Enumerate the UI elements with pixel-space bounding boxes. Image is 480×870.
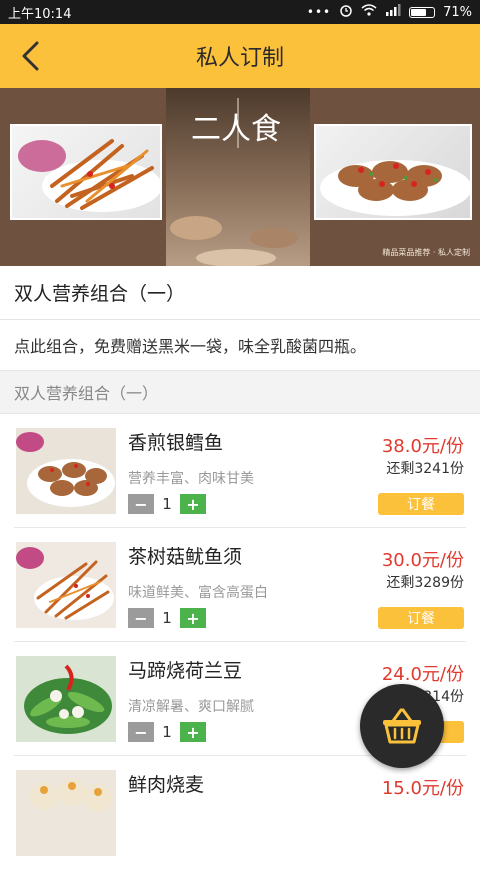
basket-icon <box>383 708 421 744</box>
combo-title: 双人营养组合（一） <box>0 266 480 320</box>
dish-subtitle: 味道鲜美、富含高蛋白 <box>128 585 268 601</box>
status-time: 上午10:14 <box>8 6 72 22</box>
dish-image <box>16 770 116 856</box>
dish-stock: 还剩3241份 <box>386 461 464 477</box>
signal-icon <box>385 4 401 20</box>
list-item: 茶树菇鱿鱼须 味道鲜美、富含高蛋白 − 1 + 30.0元/份 还剩3289份 … <box>0 528 480 642</box>
banner-image-fish <box>314 124 472 220</box>
banner-vertical-text: 二人食 <box>191 112 281 147</box>
banner-caption: 精品菜品推荐 · 私人定制 <box>382 248 470 257</box>
quantity-stepper: − 1 + <box>128 494 206 514</box>
status-bar: 上午10:14 ••• 71% <box>0 0 480 24</box>
order-button[interactable]: 订餐 <box>378 607 464 629</box>
quantity-stepper: − 1 + <box>128 722 206 742</box>
dish-image <box>16 428 116 514</box>
dish-price: 15.0元/份 <box>381 778 464 799</box>
battery-icon <box>409 6 436 18</box>
increase-button[interactable]: + <box>180 608 206 628</box>
increase-button[interactable]: + <box>180 494 206 514</box>
decrease-button[interactable]: − <box>128 494 154 514</box>
dish-stock: 还剩3289份 <box>386 575 464 591</box>
combo-list-header: 双人营养组合（一） <box>0 370 480 414</box>
back-button[interactable] <box>12 38 48 74</box>
increase-button[interactable]: + <box>180 722 206 742</box>
list-item: 鲜肉烧麦 15.0元/份 <box>0 756 480 870</box>
dish-price: 38.0元/份 <box>381 436 464 457</box>
back-arrow-icon <box>22 41 39 71</box>
title-bar: 私人订制 <box>0 24 480 88</box>
dish-name: 茶树菇鱿鱼须 <box>128 546 243 568</box>
decrease-button[interactable]: − <box>128 722 154 742</box>
dish-subtitle: 清凉解暑、爽口解腻 <box>128 699 254 715</box>
battery-percent: 71% <box>443 4 472 20</box>
quantity-value: 1 <box>162 609 172 627</box>
dish-image <box>16 542 116 628</box>
alarm-icon <box>339 3 353 21</box>
quantity-value: 1 <box>162 495 172 513</box>
more-dots-icon: ••• <box>306 5 332 19</box>
dish-name: 鲜肉烧麦 <box>128 774 205 796</box>
combo-description[interactable]: 点此组合，免费赠送黑米一袋，味全乳酸菌四瓶。 <box>0 320 480 370</box>
cart-button[interactable] <box>360 684 444 768</box>
dish-price: 30.0元/份 <box>381 550 464 571</box>
list-item: 香煎银鳕鱼 营养丰富、肉味甘美 − 1 + 38.0元/份 还剩3241份 订餐 <box>0 414 480 528</box>
dish-price: 24.0元/份 <box>381 664 464 685</box>
decrease-button[interactable]: − <box>128 608 154 628</box>
page-title: 私人订制 <box>195 46 284 71</box>
wifi-icon <box>361 4 377 20</box>
status-icons: ••• 71% <box>307 3 472 21</box>
quantity-value: 1 <box>162 723 172 741</box>
order-button[interactable]: 订餐 <box>378 493 464 515</box>
quantity-stepper: − 1 + <box>128 608 206 628</box>
dish-subtitle: 营养丰富、肉味甘美 <box>128 471 254 487</box>
dish-name: 马蹄烧荷兰豆 <box>128 660 243 682</box>
dish-name: 香煎银鳕鱼 <box>128 432 224 454</box>
promo-banner[interactable]: 二人食 精品菜品推荐 · 私人定制 <box>0 88 480 266</box>
dish-image <box>16 656 116 742</box>
banner-image-squid <box>10 124 162 220</box>
